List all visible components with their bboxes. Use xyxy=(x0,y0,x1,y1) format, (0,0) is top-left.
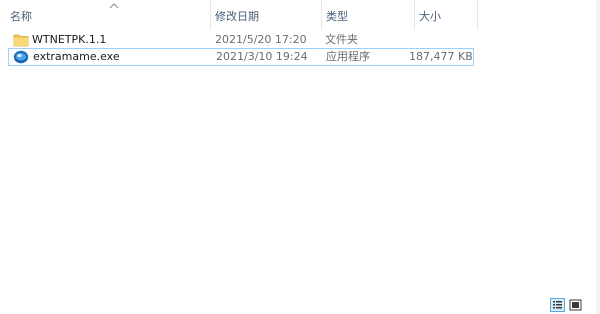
file-size xyxy=(408,31,470,49)
column-header-date-label: 修改日期 xyxy=(215,10,259,23)
sort-ascending-icon xyxy=(109,3,119,9)
view-mode-switcher xyxy=(548,298,584,312)
vertical-scrollbar[interactable] xyxy=(596,0,600,314)
file-name: extramame.exe xyxy=(33,50,120,63)
file-row-folder[interactable]: WTNETPK.1.1 2021/5/20 17:20 文件夹 xyxy=(8,31,474,49)
file-date: 2021/3/10 19:24 xyxy=(216,50,308,63)
large-icons-view-icon xyxy=(569,299,582,311)
column-header-date[interactable]: 修改日期 xyxy=(210,0,321,30)
column-header-type-label: 类型 xyxy=(326,10,348,23)
file-explorer-window: 名称 修改日期 类型 大小 WTNETPK.1.1 2021/5/20 17:2… xyxy=(0,0,600,314)
large-icons-view-button[interactable] xyxy=(568,298,583,312)
application-icon xyxy=(13,50,29,64)
file-type: 应用程序 xyxy=(326,50,370,63)
file-size: 187,477 KB xyxy=(409,50,473,63)
file-name: WTNETPK.1.1 xyxy=(32,33,107,46)
column-header-type[interactable]: 类型 xyxy=(321,0,414,30)
column-header-size[interactable]: 大小 xyxy=(414,0,478,30)
file-date: 2021/5/20 17:20 xyxy=(215,33,307,46)
file-type: 文件夹 xyxy=(325,33,358,46)
details-view-icon xyxy=(553,301,562,309)
column-header-name[interactable]: 名称 xyxy=(6,0,210,30)
column-header-name-label: 名称 xyxy=(10,10,32,23)
folder-icon xyxy=(13,34,29,47)
details-view-button[interactable] xyxy=(550,298,565,312)
file-row-exe[interactable]: extramame.exe 2021/3/10 19:24 应用程序 187,4… xyxy=(8,48,474,66)
column-header-size-label: 大小 xyxy=(419,10,441,23)
column-header-bar: 名称 修改日期 类型 大小 xyxy=(0,0,478,30)
